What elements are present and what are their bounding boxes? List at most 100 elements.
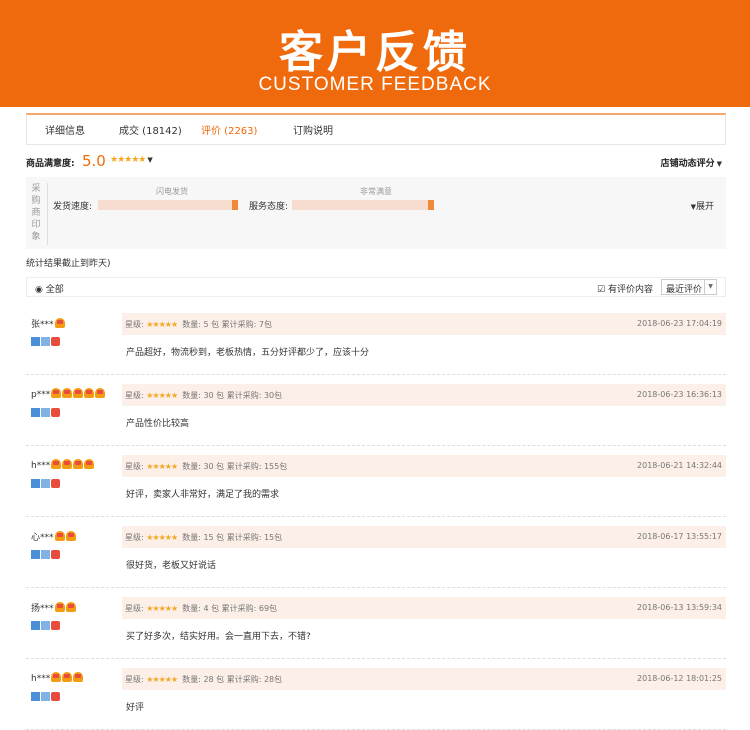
- medal-icon: [73, 459, 84, 469]
- trust-icon: [51, 550, 60, 559]
- review-time: 2018-06-12 18:01:25: [637, 674, 722, 683]
- review-meta: 星级: ★★★★★ 数量: 15 包 累计采购: 15包: [125, 532, 282, 543]
- tab-reviews[interactable]: 评价 (2263): [201, 122, 257, 137]
- metric-label: 服务态度:: [249, 202, 289, 212]
- review-time: 2018-06-13 13:59:34: [637, 603, 722, 612]
- medal-icon: [95, 388, 106, 398]
- star-level-label: 星级:: [125, 462, 144, 471]
- shop-score-dropdown[interactable]: 店铺动态评分 ▼: [661, 156, 722, 169]
- trust-icon: [51, 692, 60, 701]
- review-header: 星级: ★★★★★ 数量: 30 包 累计采购: 30包 2018-06-23 1…: [122, 384, 726, 406]
- review-time: 2018-06-23 16:36:13: [637, 390, 722, 399]
- user-badges: [31, 402, 61, 421]
- review-quantity: 数量: 28 包 累计采购: 28包: [182, 675, 283, 684]
- review-user: p***: [31, 388, 106, 400]
- caret-down-icon: ▼: [147, 156, 152, 164]
- expand-label: 展开: [695, 202, 714, 212]
- stat-note: 统计结果截止到昨天): [26, 259, 111, 269]
- review-meta: 星级: ★★★★★ 数量: 30 包 累计采购: 30包: [125, 390, 282, 401]
- buyer-impression-panel: 采购商印象 闪电发货 发货速度: 非常满意 服务态度: ▼展开: [26, 177, 726, 249]
- star-level-label: 星级:: [125, 533, 144, 542]
- review-user: 扬***: [31, 601, 76, 614]
- review-text: 好评: [126, 703, 145, 713]
- user-badges: [31, 331, 61, 350]
- review-header: 星级: ★★★★★ 数量: 28 包 累计采购: 28包 2018-06-12 1…: [122, 668, 726, 690]
- user-name: 扬***: [31, 604, 54, 614]
- metric-bar: [98, 200, 238, 210]
- medal-icon: [54, 531, 65, 541]
- medal-icon: [65, 531, 76, 541]
- medal-icon: [84, 459, 95, 469]
- satisfaction-stars[interactable]: ★★★★★ ▼: [110, 155, 153, 165]
- caret-down-icon: ▼: [716, 160, 722, 168]
- metric-marker: [232, 200, 238, 210]
- medal-icon: [62, 388, 73, 398]
- member-icon: [31, 621, 40, 630]
- review-meta: 星级: ★★★★★ 数量: 28 包 累计采购: 28包: [125, 674, 282, 685]
- banner: 客户反馈 CUSTOMER FEEDBACK: [0, 0, 750, 107]
- review-text: 产品超好，物流秒到，老板热情，五分好评都少了，应该十分: [126, 348, 370, 358]
- star-rating: ★★★★★: [110, 155, 146, 165]
- user-name: h***: [31, 461, 51, 471]
- user-name: 心***: [31, 533, 54, 543]
- banner-title: 客户反馈: [279, 27, 471, 78]
- impression-vertical-label: 采购商印象: [31, 184, 41, 242]
- sort-label: 最近评价: [666, 285, 703, 295]
- expand-toggle[interactable]: ▼展开: [689, 199, 714, 212]
- star-rating: ★★★★★: [146, 675, 178, 684]
- caret-down-icon: ▼: [704, 280, 716, 294]
- member-icon: [31, 692, 40, 701]
- has-content-label: 有评价内容: [607, 285, 653, 295]
- review-row: 张*** 星级: ★★★★★ 数量: 5 包 累计采购: 7包 2018-06-23…: [26, 305, 726, 375]
- divider: [47, 183, 48, 245]
- verified-icon: [41, 337, 50, 346]
- tab-order-info[interactable]: 订购说明: [293, 122, 333, 137]
- satisfaction-row: 商品满意度: 5.0 ★★★★★ ▼ 店铺动态评分 ▼: [26, 151, 726, 173]
- review-row: p*** 星级: ★★★★★ 数量: 30 包 累计采购: 30包 2018-06-…: [26, 376, 726, 446]
- medal-icon: [62, 459, 73, 469]
- medal-icon: [73, 388, 84, 398]
- review-row: 扬*** 星级: ★★★★★ 数量: 4 包 累计采购: 69包 2018-06-1…: [26, 589, 726, 659]
- star-rating: ★★★★★: [146, 462, 178, 471]
- review-time: 2018-06-17 13:55:17: [637, 532, 722, 541]
- metric-top-label: 闪电发货: [156, 187, 188, 196]
- star-rating: ★★★★★: [146, 320, 178, 329]
- star-level-label: 星级:: [125, 391, 144, 400]
- medal-icon: [51, 388, 62, 398]
- review-meta: 星级: ★★★★★ 数量: 30 包 累计采购: 155包: [125, 461, 287, 472]
- verified-icon: [41, 621, 50, 630]
- tab-details[interactable]: 详细信息: [45, 122, 85, 137]
- review-user: h***: [31, 459, 95, 471]
- user-badges: [31, 473, 61, 492]
- satisfaction-label: 商品满意度:: [26, 159, 75, 169]
- medal-icon: [65, 602, 76, 612]
- filter-all-radio[interactable]: ◉ 全部: [35, 282, 64, 295]
- tab-transactions[interactable]: 成交 (18142): [119, 122, 182, 137]
- verified-icon: [41, 479, 50, 488]
- star-rating: ★★★★★: [146, 604, 178, 613]
- has-content-checkbox[interactable]: ☑ 有评价内容: [597, 282, 653, 295]
- sort-select[interactable]: 最近评价 ▼: [661, 279, 717, 295]
- metric-marker: [428, 200, 434, 210]
- review-row: h*** 星级: ★★★★★ 数量: 30 包 累计采购: 155包 2018-06…: [26, 447, 726, 517]
- review-user: h***: [31, 672, 84, 684]
- review-header: 星级: ★★★★★ 数量: 4 包 累计采购: 69包 2018-06-13 13…: [122, 597, 726, 619]
- review-header: 星级: ★★★★★ 数量: 5 包 累计采购: 7包 2018-06-23 17:…: [122, 313, 726, 335]
- review-quantity: 数量: 30 包 累计采购: 155包: [182, 462, 288, 471]
- metric-label: 发货速度:: [53, 202, 93, 212]
- trust-icon: [51, 337, 60, 346]
- metric-top-label: 非常满意: [360, 187, 392, 196]
- star-level-label: 星级:: [125, 675, 144, 684]
- member-icon: [31, 337, 40, 346]
- medal-icon: [51, 672, 62, 682]
- user-badges: [31, 686, 61, 705]
- metric-bar: [292, 200, 434, 210]
- member-icon: [31, 550, 40, 559]
- member-icon: [31, 479, 40, 488]
- star-level-label: 星级:: [125, 604, 144, 613]
- user-name: h***: [31, 674, 51, 684]
- verified-icon: [41, 550, 50, 559]
- review-header: 星级: ★★★★★ 数量: 15 包 累计采购: 15包 2018-06-17 1…: [122, 526, 726, 548]
- filter-all-label: 全部: [45, 285, 64, 295]
- review-quantity: 数量: 15 包 累计采购: 15包: [182, 533, 283, 542]
